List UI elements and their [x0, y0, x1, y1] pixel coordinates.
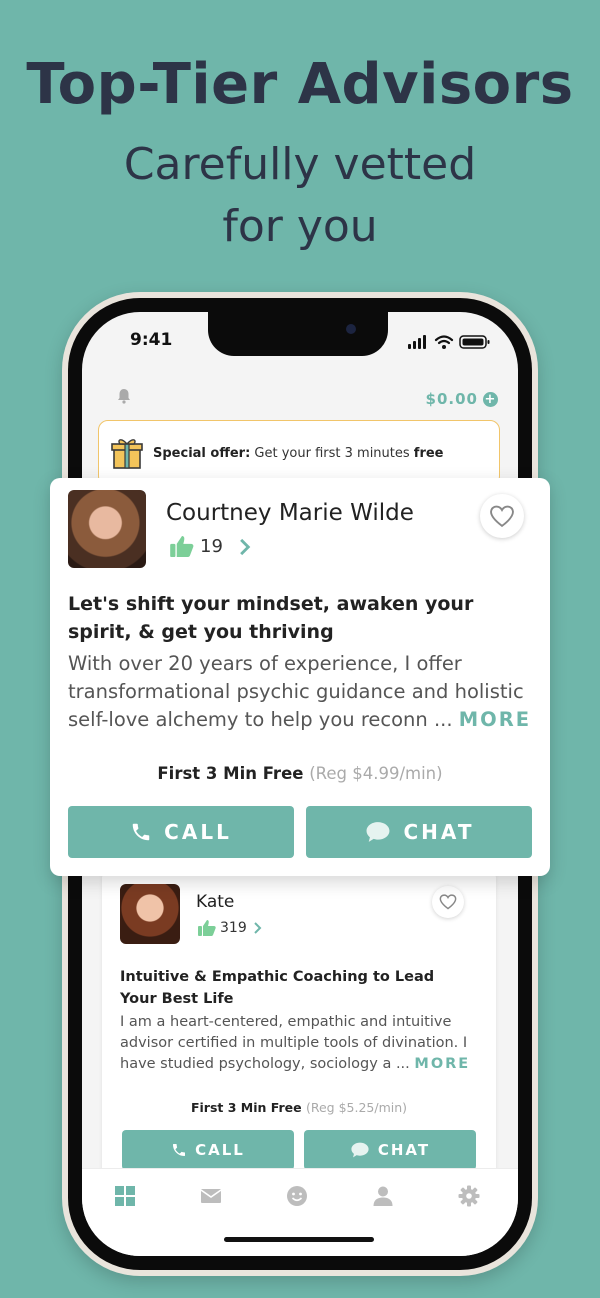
rating-count: 19 — [200, 536, 223, 557]
special-offer-body: Get your first 3 minutes — [250, 445, 414, 461]
avatar[interactable] — [68, 490, 146, 568]
battery-icon — [459, 335, 490, 349]
promo-subheadline-line1: Carefully vetted — [123, 139, 477, 190]
tab-profile-user-icon[interactable] — [372, 1185, 394, 1207]
call-label: CALL — [195, 1141, 245, 1159]
balance-button[interactable]: $0.00 + — [426, 390, 498, 408]
special-offer-emphasis: free — [413, 445, 444, 461]
promo-headline: Top-Tier Advisors — [26, 52, 574, 117]
status-time: 9:41 — [130, 330, 173, 350]
wifi-icon — [434, 335, 454, 345]
advisor-description: I am a heart-centered, empathic and intu… — [120, 1012, 482, 1075]
special-offer-label: Special offer: — [153, 445, 251, 461]
thumbs-up-icon — [170, 536, 194, 557]
price-regular: (Reg $5.25/min) — [305, 1100, 408, 1115]
add-funds-icon: + — [483, 391, 498, 407]
notch — [208, 312, 388, 356]
advisor-name[interactable]: Kate — [196, 892, 234, 912]
advisor-name[interactable]: Courtney Marie Wilde — [166, 500, 414, 526]
more-link[interactable]: MORE — [459, 708, 531, 731]
chat-bubble-icon — [351, 1142, 369, 1158]
signal-icon — [408, 335, 426, 349]
chat-button[interactable]: CHAT — [306, 806, 532, 858]
promo-subheadline: Carefully vetted for you — [0, 134, 600, 258]
call-button[interactable]: CALL — [68, 806, 294, 858]
chevron-right-icon — [240, 538, 251, 555]
advisor-rating[interactable]: 319 — [198, 920, 263, 936]
home-indicator — [224, 1237, 374, 1242]
more-link[interactable]: MORE — [414, 1056, 470, 1072]
tab-settings-gear-icon[interactable] — [458, 1185, 480, 1207]
chat-bubble-icon — [366, 822, 389, 842]
chat-button[interactable]: CHAT — [304, 1130, 476, 1170]
price-offer: First 3 Min Free — [157, 764, 304, 783]
favorite-button[interactable] — [432, 886, 464, 918]
thumbs-up-icon — [198, 920, 216, 936]
favorite-button[interactable] — [480, 494, 524, 538]
special-offer-text: Special offer: Get your first 3 minutes … — [153, 446, 444, 461]
price-offer: First 3 Min Free — [190, 1100, 302, 1115]
chat-label: CHAT — [403, 820, 475, 844]
price-info: First 3 Min Free (Reg $5.25/min) — [102, 1100, 496, 1115]
tab-messages-envelope-icon[interactable] — [200, 1185, 222, 1207]
advisor-description-text: With over 20 years of experience, I offe… — [68, 652, 524, 731]
tab-mood-smiley-icon[interactable] — [286, 1185, 308, 1207]
advisor-rating[interactable]: 19 — [170, 536, 253, 557]
price-info: First 3 Min Free (Reg $4.99/min) — [50, 764, 550, 783]
call-label: CALL — [164, 820, 232, 844]
advisor-card-kate[interactable]: Kate 319 Intuitive & Empathic Coaching t… — [102, 872, 496, 1192]
tab-home-grid-icon[interactable] — [114, 1185, 136, 1207]
advisor-tagline: Intuitive & Empathic Coaching to Lead Yo… — [120, 969, 435, 1007]
chevron-right-icon — [254, 922, 262, 934]
chat-label: CHAT — [377, 1141, 431, 1159]
special-offer-banner[interactable]: Special offer: Get your first 3 minutes … — [98, 420, 500, 486]
price-regular: (Reg $4.99/min) — [309, 764, 443, 783]
call-button[interactable]: CALL — [122, 1130, 294, 1170]
phone-icon — [173, 1144, 186, 1156]
heart-icon — [490, 505, 514, 527]
avatar[interactable] — [120, 884, 180, 944]
phone-icon — [132, 823, 150, 841]
camera-icon — [346, 324, 356, 334]
heart-icon — [439, 894, 457, 910]
balance-amount: $0.00 — [425, 390, 478, 408]
advisor-tagline: Let's shift your mindset, awaken your sp… — [68, 593, 474, 643]
advisor-card-featured[interactable]: Courtney Marie Wilde 19 Let's shift your… — [50, 478, 550, 876]
promo-subheadline-line2: for you — [222, 201, 378, 252]
app-header: $0.00 + — [82, 374, 518, 414]
bottom-tab-bar — [82, 1168, 518, 1256]
bell-icon[interactable] — [116, 388, 132, 404]
rating-count: 319 — [220, 920, 247, 936]
advisor-description: With over 20 years of experience, I offe… — [68, 650, 538, 734]
status-icons — [408, 335, 490, 349]
gift-icon — [111, 439, 143, 469]
